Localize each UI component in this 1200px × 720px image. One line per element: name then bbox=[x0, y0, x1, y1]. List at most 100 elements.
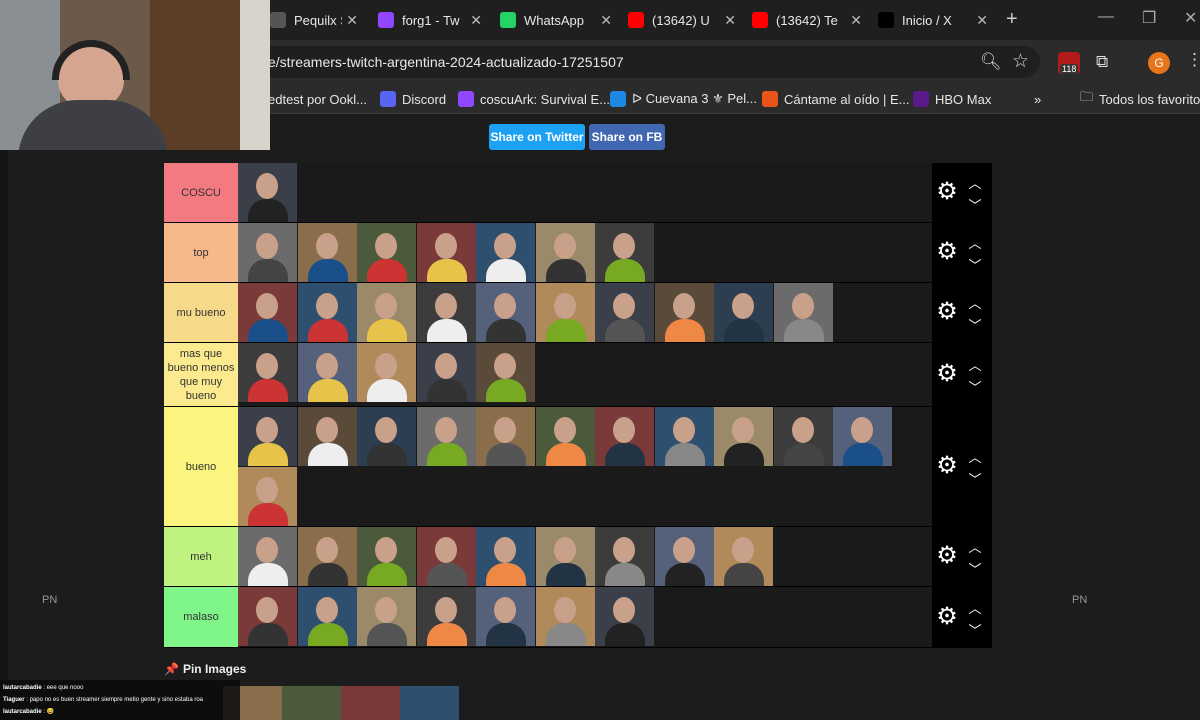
close-tab-icon[interactable]: ✕ bbox=[600, 12, 612, 29]
streamer-thumbnail[interactable] bbox=[297, 527, 357, 586]
streamer-thumbnail[interactable] bbox=[654, 527, 714, 586]
tab[interactable]: WhatsApp ✕ bbox=[500, 6, 612, 34]
chevron-up-icon[interactable]: ︿ bbox=[968, 233, 982, 252]
streamer-thumbnail[interactable] bbox=[238, 283, 297, 342]
new-tab-icon[interactable]: + bbox=[1006, 8, 1018, 31]
streamer-thumbnail[interactable] bbox=[238, 223, 297, 282]
pinned-thumbnail[interactable] bbox=[400, 686, 459, 720]
profile-avatar[interactable]: G bbox=[1148, 52, 1170, 74]
chevron-up-icon[interactable]: ︿ bbox=[968, 173, 982, 192]
chevron-up-icon[interactable]: ︿ bbox=[968, 447, 982, 466]
streamer-thumbnail[interactable] bbox=[476, 283, 535, 342]
zoom-icon[interactable]: 🔍︎ bbox=[980, 52, 1002, 72]
close-tab-icon[interactable]: ✕ bbox=[724, 12, 736, 29]
all-bookmarks[interactable]: 🗀 Todos los favoritos bbox=[1080, 89, 1200, 108]
chevron-down-icon[interactable]: ﹀ bbox=[968, 469, 982, 488]
streamer-thumbnail[interactable] bbox=[535, 283, 595, 342]
streamer-thumbnail[interactable] bbox=[595, 527, 654, 586]
share-fb-button[interactable]: Share on FB bbox=[589, 124, 665, 150]
streamer-thumbnail[interactable] bbox=[595, 587, 654, 646]
gear-icon[interactable]: ⚙ bbox=[936, 454, 958, 478]
close-window-icon[interactable]: ✕ bbox=[1184, 8, 1197, 28]
streamer-thumbnail[interactable] bbox=[773, 283, 833, 342]
bookmark-item[interactable]: Cántame al oído | E... bbox=[762, 90, 910, 108]
tier-label[interactable]: COSCU bbox=[164, 163, 238, 222]
chevron-down-icon[interactable]: ﹀ bbox=[968, 559, 982, 578]
bookmark-item[interactable]: coscuArk: Survival E... bbox=[458, 90, 610, 108]
streamer-thumbnail[interactable] bbox=[238, 587, 297, 646]
streamer-thumbnail[interactable] bbox=[357, 407, 416, 466]
gear-icon[interactable]: ⚙ bbox=[936, 362, 958, 386]
streamer-thumbnail[interactable] bbox=[297, 407, 357, 466]
bookmark-item[interactable]: ᐅ Cuevana 3 ⚜ Pel... bbox=[610, 90, 757, 108]
close-tab-icon[interactable]: ✕ bbox=[976, 12, 988, 29]
streamer-thumbnail[interactable] bbox=[595, 283, 654, 342]
tier-label[interactable]: mas que bueno menos que muy bueno bbox=[164, 343, 238, 406]
close-tab-icon[interactable]: ✕ bbox=[850, 12, 862, 29]
chevron-down-icon[interactable]: ﹀ bbox=[968, 195, 982, 214]
bookmark-item[interactable]: Discord bbox=[380, 90, 446, 108]
tab[interactable]: forg1 - Tw ✕ bbox=[378, 6, 482, 34]
close-tab-icon[interactable]: ✕ bbox=[346, 12, 358, 29]
streamer-thumbnail[interactable] bbox=[238, 467, 297, 526]
streamer-thumbnail[interactable] bbox=[357, 527, 416, 586]
puzzle-icon[interactable]: ⧉ bbox=[1096, 52, 1108, 72]
streamer-thumbnail[interactable] bbox=[476, 407, 535, 466]
tab[interactable]: (13642) Te ✕ bbox=[752, 6, 862, 34]
streamer-thumbnail[interactable] bbox=[476, 527, 535, 586]
streamer-thumbnail[interactable] bbox=[476, 587, 535, 646]
gear-icon[interactable]: ⚙ bbox=[936, 604, 958, 628]
streamer-thumbnail[interactable] bbox=[535, 527, 595, 586]
restore-icon[interactable]: ❐ bbox=[1142, 8, 1156, 28]
streamer-thumbnail[interactable] bbox=[357, 343, 416, 402]
gear-icon[interactable]: ⚙ bbox=[936, 180, 958, 204]
chevron-up-icon[interactable]: ︿ bbox=[968, 537, 982, 556]
star-icon[interactable]: ☆ bbox=[1012, 50, 1029, 73]
bookmark-item[interactable]: HBO Max bbox=[913, 90, 991, 108]
tab[interactable]: Pequilx St✕ bbox=[270, 6, 358, 34]
streamer-thumbnail[interactable] bbox=[357, 223, 416, 282]
streamer-thumbnail[interactable] bbox=[595, 407, 654, 466]
streamer-thumbnail[interactable] bbox=[297, 587, 357, 646]
pinned-thumbnail[interactable] bbox=[282, 686, 341, 720]
streamer-thumbnail[interactable] bbox=[595, 223, 654, 282]
streamer-thumbnail[interactable] bbox=[238, 407, 297, 466]
chevron-up-icon[interactable]: ︿ bbox=[968, 355, 982, 374]
tab[interactable]: (13642) U ✕ bbox=[628, 6, 736, 34]
streamer-thumbnail[interactable] bbox=[714, 407, 773, 466]
chevron-up-icon[interactable]: ︿ bbox=[968, 598, 982, 617]
streamer-thumbnail[interactable] bbox=[714, 527, 773, 586]
bookmark-item[interactable]: edtest por Ookl... bbox=[268, 90, 367, 108]
streamer-thumbnail[interactable] bbox=[773, 407, 833, 466]
streamer-thumbnail[interactable] bbox=[238, 343, 297, 402]
chevron-down-icon[interactable]: ﹀ bbox=[968, 377, 982, 396]
streamer-thumbnail[interactable] bbox=[833, 407, 892, 466]
streamer-thumbnail[interactable] bbox=[238, 163, 297, 222]
streamer-thumbnail[interactable] bbox=[357, 283, 416, 342]
chevron-down-icon[interactable]: ﹀ bbox=[968, 315, 982, 334]
streamer-thumbnail[interactable] bbox=[416, 343, 476, 402]
streamer-thumbnail[interactable] bbox=[714, 283, 773, 342]
streamer-thumbnail[interactable] bbox=[476, 343, 535, 402]
streamer-thumbnail[interactable] bbox=[654, 407, 714, 466]
gear-icon[interactable]: ⚙ bbox=[936, 544, 958, 568]
tier-label[interactable]: top bbox=[164, 223, 238, 282]
streamer-thumbnail[interactable] bbox=[416, 587, 476, 646]
streamer-thumbnail[interactable] bbox=[416, 223, 476, 282]
streamer-thumbnail[interactable] bbox=[535, 407, 595, 466]
close-tab-icon[interactable]: ✕ bbox=[470, 12, 482, 29]
gear-icon[interactable]: ⚙ bbox=[936, 240, 958, 264]
bookmarks-more-icon[interactable]: » bbox=[1034, 90, 1041, 108]
tier-label[interactable]: meh bbox=[164, 527, 238, 586]
pinned-thumbnail[interactable] bbox=[341, 686, 400, 720]
share-twitter-button[interactable]: Share on Twitter bbox=[489, 124, 585, 150]
tier-label[interactable]: mu bueno bbox=[164, 283, 238, 342]
chevron-down-icon[interactable]: ﹀ bbox=[968, 255, 982, 274]
streamer-thumbnail[interactable] bbox=[476, 223, 535, 282]
streamer-thumbnail[interactable] bbox=[357, 587, 416, 646]
streamer-thumbnail[interactable] bbox=[416, 407, 476, 466]
menu-icon[interactable]: ⋮ bbox=[1186, 50, 1200, 70]
minimize-icon[interactable]: — bbox=[1098, 8, 1114, 26]
streamer-thumbnail[interactable] bbox=[654, 283, 714, 342]
chevron-down-icon[interactable]: ﹀ bbox=[968, 620, 982, 639]
